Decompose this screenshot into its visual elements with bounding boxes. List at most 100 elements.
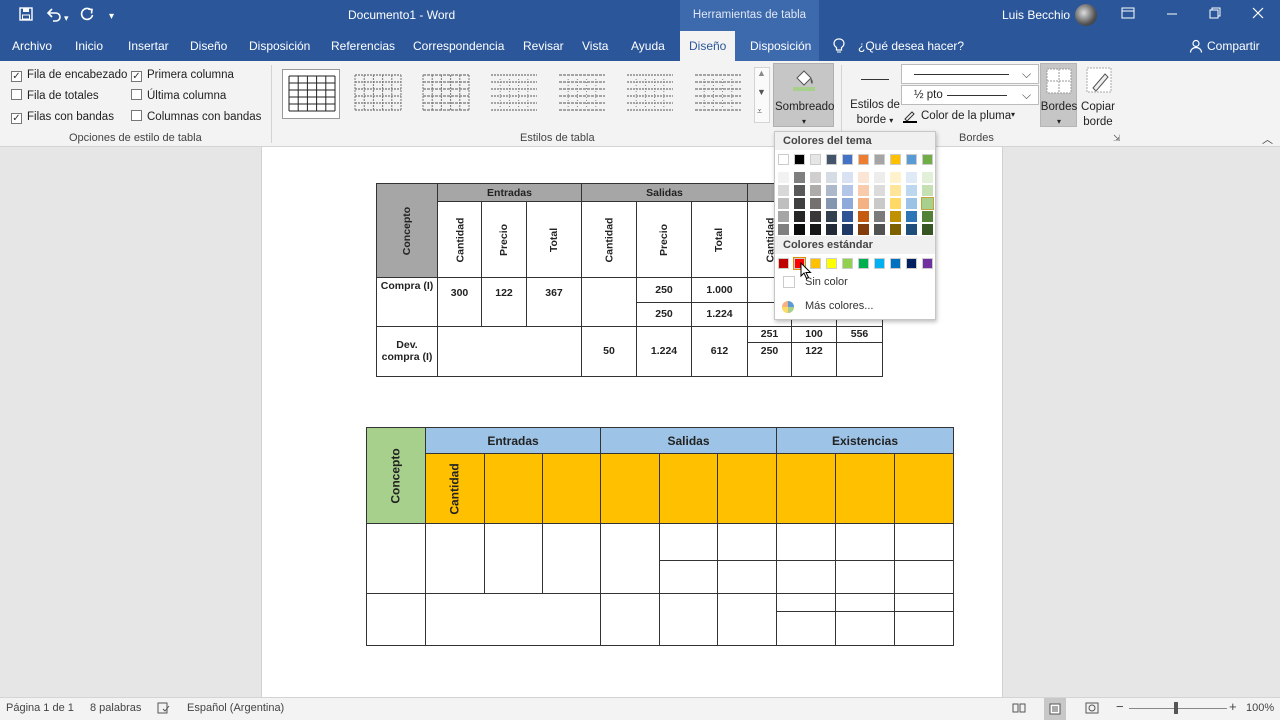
zoom-slider[interactable] xyxy=(1129,708,1227,709)
theme-color-swatch[interactable] xyxy=(842,154,853,165)
theme-shade-swatch[interactable] xyxy=(922,224,933,235)
table-style-thumbnail[interactable] xyxy=(282,69,340,119)
theme-color-swatch[interactable] xyxy=(922,154,933,165)
proofing-icon[interactable] xyxy=(157,702,170,717)
theme-shade-swatch[interactable] xyxy=(826,211,837,222)
undo-icon[interactable] xyxy=(46,6,62,27)
theme-color-swatch[interactable] xyxy=(794,154,805,165)
gallery-more-icon[interactable]: ⩡ xyxy=(757,106,762,117)
theme-shade-swatch[interactable] xyxy=(906,185,917,196)
table-style-thumbnail[interactable] xyxy=(689,69,747,119)
checkbox-last-column[interactable]: Última columna xyxy=(131,88,226,104)
theme-shade-swatch[interactable] xyxy=(810,224,821,235)
table-style-thumbnail[interactable] xyxy=(485,69,543,119)
avatar[interactable] xyxy=(1075,4,1097,26)
theme-shade-swatch[interactable] xyxy=(906,198,917,209)
theme-shade-swatch[interactable] xyxy=(874,172,885,183)
theme-color-swatch[interactable] xyxy=(874,154,885,165)
zoom-in-icon[interactable]: + xyxy=(1229,699,1237,714)
tab-referencias[interactable]: Referencias xyxy=(331,31,395,61)
theme-color-swatch[interactable] xyxy=(890,154,901,165)
print-layout-icon[interactable] xyxy=(1044,698,1066,720)
zoom-level[interactable]: 100% xyxy=(1246,702,1274,714)
theme-shade-swatch[interactable] xyxy=(922,185,933,196)
checkbox-first-column[interactable]: ✓ Primera columna xyxy=(131,67,234,83)
restore-icon[interactable] xyxy=(1209,6,1221,25)
tab-table-layout[interactable]: Disposición xyxy=(750,31,811,61)
zoom-out-icon[interactable]: − xyxy=(1116,699,1124,714)
kardex-table-2[interactable]: Concepto Entradas Salidas Existencias Ca… xyxy=(366,426,955,647)
checkbox-header-row[interactable]: ✓ Fila de encabezado xyxy=(11,67,127,83)
language-indicator[interactable]: Español (Argentina) xyxy=(187,702,284,714)
theme-shade-swatch[interactable] xyxy=(842,185,853,196)
theme-shade-swatch[interactable] xyxy=(890,172,901,183)
theme-shade-swatch[interactable] xyxy=(890,185,901,196)
tab-table-design[interactable]: Diseño xyxy=(680,31,736,61)
checkbox-total-row[interactable]: Fila de totales xyxy=(11,88,99,104)
theme-shade-swatch[interactable] xyxy=(858,185,869,196)
standard-color-swatch[interactable] xyxy=(826,258,837,269)
theme-shade-swatch[interactable] xyxy=(842,198,853,209)
theme-shade-swatch[interactable] xyxy=(858,211,869,222)
minimize-icon[interactable] xyxy=(1166,6,1178,25)
theme-shade-swatch[interactable] xyxy=(810,172,821,183)
theme-shade-swatch[interactable] xyxy=(778,198,789,209)
theme-shade-swatch[interactable] xyxy=(874,211,885,222)
line-weight-select[interactable]: ½ pto ⌵ xyxy=(901,85,1039,105)
line-style-select[interactable]: ⌵ xyxy=(901,64,1039,84)
theme-shade-swatch[interactable] xyxy=(922,211,933,222)
table-style-thumbnail[interactable] xyxy=(621,69,679,119)
ribbon-display-options-icon[interactable] xyxy=(1121,6,1135,25)
theme-shade-swatch[interactable] xyxy=(858,224,869,235)
theme-shade-swatch[interactable] xyxy=(778,211,789,222)
table-style-thumbnail[interactable] xyxy=(417,69,475,119)
border-styles-label[interactable]: Estilos de xyxy=(846,98,904,113)
standard-color-swatch[interactable] xyxy=(858,258,869,269)
theme-shade-swatch[interactable] xyxy=(794,198,805,209)
more-colors-option[interactable]: Más colores... xyxy=(805,300,873,312)
standard-color-swatch[interactable] xyxy=(922,258,933,269)
tell-me-search[interactable]: ¿Qué desea hacer? xyxy=(858,31,964,61)
theme-shade-swatch[interactable] xyxy=(906,224,917,235)
theme-shade-swatch[interactable] xyxy=(890,224,901,235)
theme-shade-swatch[interactable] xyxy=(810,198,821,209)
border-styles-label-2[interactable]: borde ▾ xyxy=(846,113,904,128)
word-count[interactable]: 8 palabras xyxy=(90,702,141,714)
checkbox-banded-rows[interactable]: ✓ Filas con bandas xyxy=(11,109,114,125)
standard-color-swatch[interactable] xyxy=(778,258,789,269)
theme-shade-swatch[interactable] xyxy=(858,198,869,209)
theme-shade-swatch[interactable] xyxy=(858,172,869,183)
standard-color-swatch[interactable] xyxy=(890,258,901,269)
undo-dropdown-icon[interactable]: ▾ xyxy=(64,9,69,27)
gallery-up-icon[interactable]: ▲ xyxy=(757,68,766,78)
standard-color-swatch[interactable] xyxy=(906,258,917,269)
theme-shade-swatch[interactable] xyxy=(826,198,837,209)
table-style-thumbnail[interactable] xyxy=(349,69,407,119)
theme-shade-swatch[interactable] xyxy=(842,211,853,222)
tab-disposicion[interactable]: Disposición xyxy=(249,31,310,61)
user-name[interactable]: Luis Becchio xyxy=(1002,8,1070,22)
close-icon[interactable] xyxy=(1252,6,1264,25)
theme-shade-swatch[interactable] xyxy=(906,172,917,183)
tab-ayuda[interactable]: Ayuda xyxy=(631,31,665,61)
theme-shade-swatch[interactable] xyxy=(810,185,821,196)
theme-shade-swatch[interactable] xyxy=(810,211,821,222)
theme-shade-swatch[interactable] xyxy=(794,185,805,196)
theme-shade-swatch[interactable] xyxy=(794,172,805,183)
theme-shade-swatch[interactable] xyxy=(842,224,853,235)
save-icon[interactable] xyxy=(18,6,34,27)
theme-color-swatch[interactable] xyxy=(810,154,821,165)
zoom-slider-thumb[interactable] xyxy=(1174,702,1178,714)
read-mode-icon[interactable] xyxy=(1012,702,1026,717)
theme-shade-swatch[interactable] xyxy=(874,224,885,235)
tab-diseno[interactable]: Diseño xyxy=(190,31,227,61)
theme-shade-swatch[interactable] xyxy=(921,197,934,210)
theme-shade-swatch[interactable] xyxy=(826,224,837,235)
theme-shade-swatch[interactable] xyxy=(842,172,853,183)
theme-shade-swatch[interactable] xyxy=(890,211,901,222)
theme-color-swatch[interactable] xyxy=(778,154,789,165)
redo-icon[interactable] xyxy=(79,6,95,27)
tab-archivo[interactable]: Archivo xyxy=(12,31,52,61)
gallery-down-icon[interactable]: ▼ xyxy=(757,87,766,97)
theme-shade-swatch[interactable] xyxy=(874,185,885,196)
